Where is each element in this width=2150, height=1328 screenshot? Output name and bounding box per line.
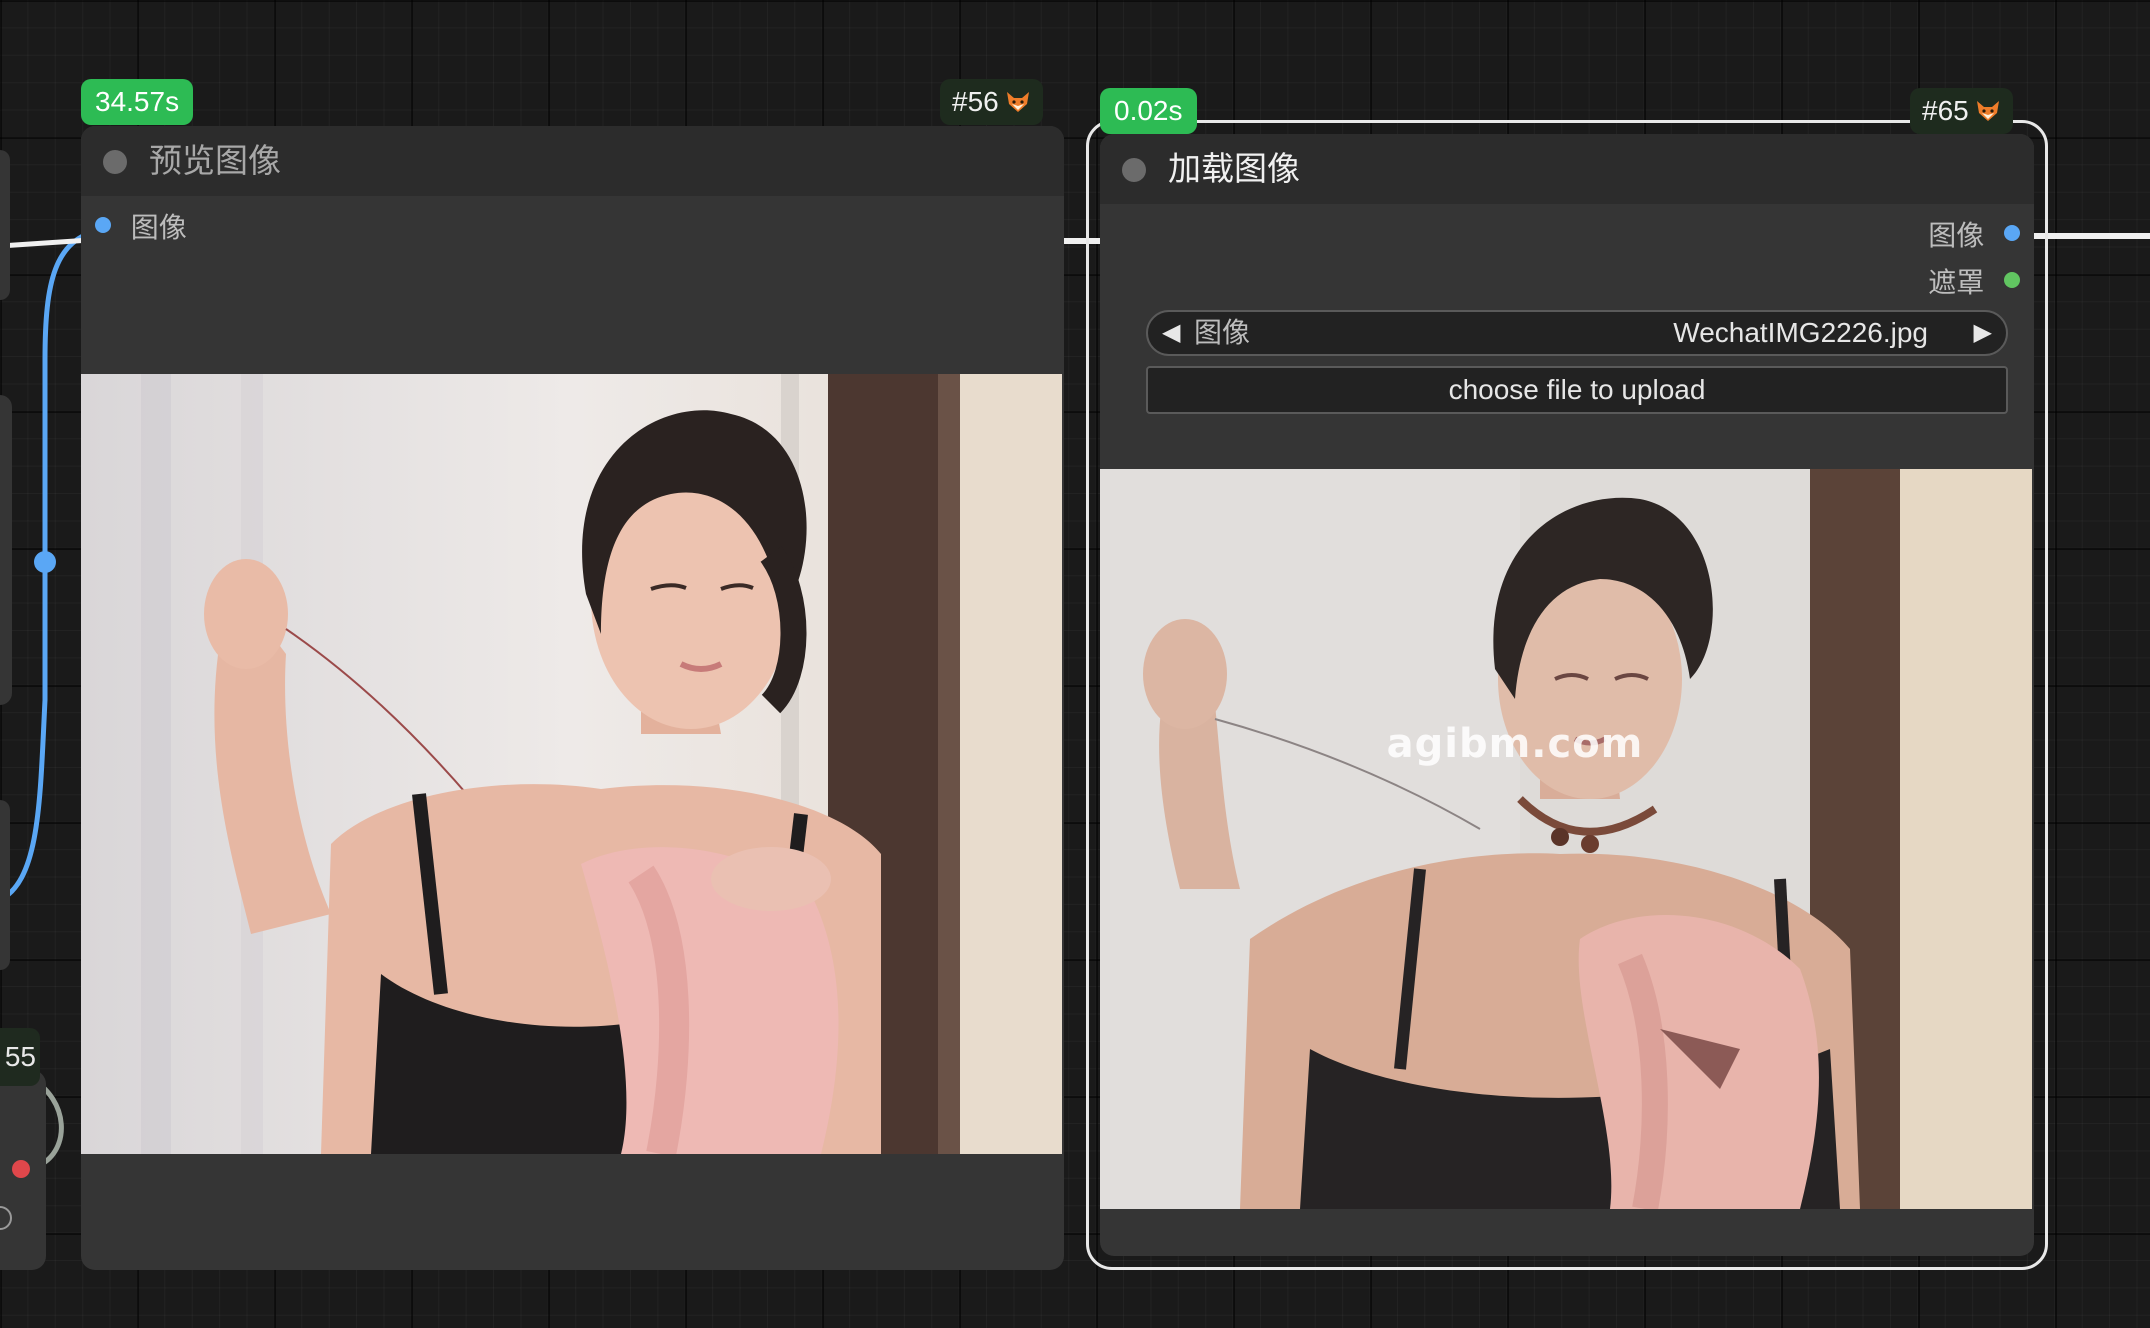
input-socket-image[interactable]: 图像	[95, 210, 187, 246]
output-socket-image[interactable]: 图像	[1928, 218, 2020, 254]
partial-node-id-badge: 55	[0, 1028, 40, 1086]
previous-arrow-icon[interactable]: ◀	[1162, 312, 1180, 354]
preview-image-node[interactable]: 预览图像 图像	[81, 126, 1064, 1270]
partial-node-left-top	[0, 150, 10, 300]
photo-loaded-painting	[1100, 469, 2032, 1209]
partial-node-left-lower	[0, 800, 10, 970]
preview-image	[81, 374, 1062, 1154]
loaded-image: agibm.com	[1100, 469, 2032, 1209]
output-socket-label: 遮罩	[1928, 267, 1985, 298]
fox-icon	[1006, 92, 1029, 112]
execution-time-badge: 34.57s	[81, 79, 194, 125]
collapse-toggle[interactable]	[1122, 158, 1146, 182]
load-image-node[interactable]: 加载图像 图像 遮罩 ◀ 图像 WechatIMG2226.jpg ▶ choo…	[1100, 134, 2034, 1256]
execution-time-badge: 0.02s	[1100, 88, 1197, 134]
next-arrow-icon[interactable]: ▶	[1974, 312, 1992, 354]
output-socket-label: 图像	[1928, 220, 1985, 251]
white-wire-left	[0, 237, 91, 249]
output-socket-mask[interactable]: 遮罩	[1928, 265, 2020, 301]
combo-value[interactable]: WechatIMG2226.jpg	[1673, 312, 1928, 354]
image-socket-dot[interactable]	[2004, 225, 2020, 241]
node-id-badge: #56	[940, 79, 1043, 125]
node-title: 预览图像	[149, 142, 281, 179]
node-id-badge: #65	[1910, 88, 2013, 134]
partial-node-left-mid	[0, 395, 12, 705]
watermark: agibm.com	[1386, 721, 1644, 767]
red-socket-dot[interactable]	[12, 1160, 30, 1178]
node-title: 加载图像	[1168, 150, 1300, 187]
mask-socket-dot[interactable]	[2004, 272, 2020, 288]
node-id-text: #65	[1922, 95, 1969, 126]
input-socket-label: 图像	[130, 212, 187, 243]
node-id-text: #56	[952, 86, 999, 117]
combo-label: 图像	[1194, 317, 1251, 348]
wire-reroute-point	[34, 551, 56, 573]
image-combo-widget[interactable]: ◀ 图像 WechatIMG2226.jpg ▶	[1146, 310, 2008, 356]
collapse-toggle[interactable]	[103, 150, 127, 174]
node-header[interactable]: 加载图像	[1100, 134, 2034, 204]
upload-button[interactable]: choose file to upload	[1146, 366, 2008, 414]
image-socket-dot[interactable]	[95, 217, 111, 233]
photo-preview-woman	[81, 374, 1062, 1154]
fox-icon	[1976, 101, 1999, 121]
node-header[interactable]: 预览图像	[81, 126, 1064, 196]
